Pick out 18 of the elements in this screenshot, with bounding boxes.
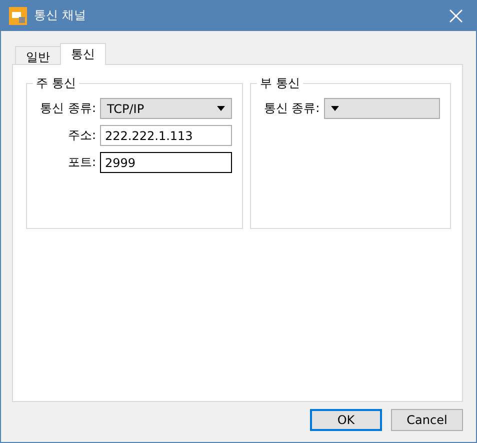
field-label: 주소: bbox=[66, 127, 96, 144]
group-title: 주 통신 bbox=[33, 75, 79, 91]
field-label: 통신 종류: bbox=[262, 100, 320, 117]
type-dropdown[interactable]: TCP/IP bbox=[100, 98, 232, 119]
caret-icon bbox=[217, 106, 225, 111]
tab[interactable]: 일반 bbox=[15, 46, 61, 64]
text-field[interactable]: 222.222.1.113 bbox=[100, 125, 232, 146]
caret-icon bbox=[330, 106, 339, 111]
dialog-button[interactable]: OK bbox=[310, 409, 382, 431]
text-field[interactable]: 2999 bbox=[100, 152, 232, 173]
tab[interactable]: 통신 bbox=[60, 43, 106, 65]
app-icon bbox=[9, 6, 27, 24]
field-label: 통신 종류: bbox=[39, 100, 96, 117]
close-icon[interactable] bbox=[448, 8, 464, 24]
dialog-button[interactable]: Cancel bbox=[391, 409, 463, 431]
window-title: 통신 채널 bbox=[34, 7, 87, 24]
field-label: 포트: bbox=[66, 154, 96, 171]
group-title: 부 통신 bbox=[257, 75, 303, 91]
